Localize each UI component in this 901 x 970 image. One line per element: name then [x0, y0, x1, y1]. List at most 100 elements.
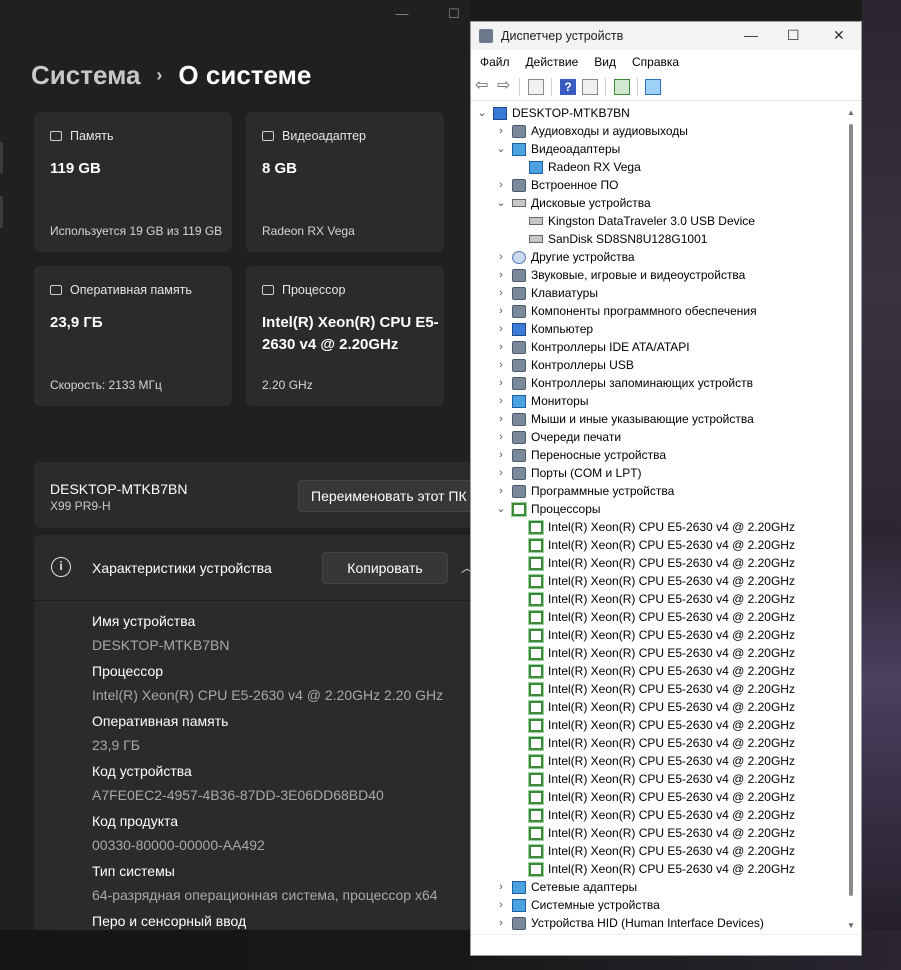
tree-category[interactable]: › Контроллеры USB [496, 356, 634, 374]
tree-device[interactable]: Intel(R) Xeon(R) CPU E5-2630 v4 @ 2.20GH… [515, 770, 795, 788]
tree-device[interactable]: Intel(R) Xeon(R) CPU E5-2630 v4 @ 2.20GH… [515, 806, 795, 824]
tree-category[interactable]: › Контроллеры IDE ATA/ATAPI [496, 338, 690, 356]
chevron-right-icon[interactable]: › [496, 320, 506, 338]
tree-category[interactable]: › Контроллеры запоминающих устройств [496, 374, 753, 392]
tree-device[interactable]: Intel(R) Xeon(R) CPU E5-2630 v4 @ 2.20GH… [515, 752, 795, 770]
chevron-right-icon[interactable]: › [496, 446, 506, 464]
tree-category[interactable]: › Порты (COM и LPT) [496, 464, 641, 482]
tree-device[interactable]: Intel(R) Xeon(R) CPU E5-2630 v4 @ 2.20GH… [515, 536, 795, 554]
chevron-right-icon[interactable]: › [496, 356, 506, 374]
scrollbar-thumb[interactable] [849, 124, 853, 896]
chevron-up-icon[interactable]: ︿ [461, 559, 470, 576]
show-hide-console-tree-icon[interactable] [528, 79, 544, 95]
tree-device[interactable]: Intel(R) Xeon(R) CPU E5-2630 v4 @ 2.20GH… [515, 644, 795, 662]
tree-category[interactable]: › Звуковые, игровые и видеоустройства [496, 266, 745, 284]
tree-category[interactable]: › Мыши и иные указывающие устройства [496, 410, 754, 428]
menu-help[interactable]: Справка [623, 50, 686, 74]
chevron-down-icon[interactable]: ⌄ [496, 140, 506, 158]
tree-category[interactable]: › Устройства HID (Human Interface Devices… [496, 914, 764, 932]
chevron-right-icon[interactable]: › [496, 302, 506, 320]
chevron-right-icon[interactable]: › [496, 914, 506, 932]
cpu-card[interactable]: Процессор Intel(R) Xeon(R) CPU E5-2630 v… [246, 266, 444, 406]
tree-category[interactable]: › Клавиатуры [496, 284, 598, 302]
chevron-right-icon[interactable]: › [496, 176, 506, 194]
tree-device[interactable]: Intel(R) Xeon(R) CPU E5-2630 v4 @ 2.20GH… [515, 554, 795, 572]
back-arrow-icon[interactable]: ⇦ [475, 78, 491, 95]
title-bar[interactable]: Диспетчер устройств — ☐ ✕ [471, 22, 861, 50]
tree-device[interactable]: Intel(R) Xeon(R) CPU E5-2630 v4 @ 2.20GH… [515, 572, 795, 590]
chevron-right-icon[interactable]: › [496, 878, 506, 896]
tree-category[interactable]: ⌄ Процессоры [496, 500, 601, 518]
tree-device[interactable]: Intel(R) Xeon(R) CPU E5-2630 v4 @ 2.20GH… [515, 518, 795, 536]
tree-device[interactable]: Intel(R) Xeon(R) CPU E5-2630 v4 @ 2.20GH… [515, 716, 795, 734]
scroll-down-arrow-icon[interactable]: ▼ [847, 921, 855, 930]
tree-category[interactable]: › Очереди печати [496, 428, 621, 446]
gpu-card[interactable]: Видеоадаптер 8 GB Radeon RX Vega [246, 112, 444, 252]
scan-hardware-icon[interactable] [645, 79, 661, 95]
device-tree[interactable]: ⌄ DESKTOP-MTKB7BN › Аудиовходы и аудиовыход… [471, 104, 843, 934]
chevron-right-icon[interactable]: › [496, 122, 506, 140]
update-driver-icon[interactable] [614, 79, 630, 95]
tree-device[interactable]: Intel(R) Xeon(R) CPU E5-2630 v4 @ 2.20GH… [515, 680, 795, 698]
tree-device[interactable]: Radeon RX Vega [515, 158, 641, 176]
chevron-down-icon[interactable]: ⌄ [477, 104, 487, 122]
ram-card[interactable]: Оперативная память 23,9 ГБ Скорость: 213… [34, 266, 232, 406]
chevron-right-icon[interactable]: › [496, 248, 506, 266]
tree-category[interactable]: › Встроенное ПО [496, 176, 618, 194]
breadcrumb-parent[interactable]: Система [31, 60, 140, 91]
tree-device[interactable]: Intel(R) Xeon(R) CPU E5-2630 v4 @ 2.20GH… [515, 788, 795, 806]
tree-device[interactable]: Intel(R) Xeon(R) CPU E5-2630 v4 @ 2.20GH… [515, 662, 795, 680]
tree-category[interactable]: › Компьютер [496, 320, 593, 338]
tree-root[interactable]: ⌄ DESKTOP-MTKB7BN [477, 104, 629, 122]
storage-card[interactable]: Память 119 GB Используется 19 GB из 119 … [34, 112, 232, 252]
tree-category[interactable]: › Мониторы [496, 392, 588, 410]
forward-arrow-icon[interactable]: ⇨ [497, 78, 513, 95]
chevron-right-icon[interactable]: › [496, 266, 506, 284]
menu-action[interactable]: Действие [517, 50, 586, 74]
nav-pane-edge[interactable] [0, 142, 3, 174]
minimize-button[interactable]: — [392, 6, 412, 22]
tree-device[interactable]: Intel(R) Xeon(R) CPU E5-2630 v4 @ 2.20GH… [515, 734, 795, 752]
chevron-right-icon[interactable]: › [496, 482, 506, 500]
tree-device[interactable]: Intel(R) Xeon(R) CPU E5-2630 v4 @ 2.20GH… [515, 842, 795, 860]
chevron-right-icon[interactable]: › [496, 392, 506, 410]
tree-device[interactable]: Intel(R) Xeon(R) CPU E5-2630 v4 @ 2.20GH… [515, 590, 795, 608]
maximize-button[interactable]: ☐ [787, 27, 800, 44]
tree-category[interactable]: › Компоненты программного обеспечения [496, 302, 756, 320]
tree-category[interactable]: › Аудиовходы и аудиовыходы [496, 122, 688, 140]
properties-icon[interactable] [582, 79, 598, 95]
tree-device[interactable]: Intel(R) Xeon(R) CPU E5-2630 v4 @ 2.20GH… [515, 608, 795, 626]
tree-category[interactable]: › Сетевые адаптеры [496, 878, 637, 896]
chevron-right-icon[interactable]: › [496, 284, 506, 302]
chevron-right-icon[interactable]: › [496, 896, 506, 914]
copy-button[interactable]: Копировать [322, 552, 448, 584]
chevron-right-icon[interactable]: › [496, 374, 506, 392]
tree-category[interactable]: ⌄ Дисковые устройства [496, 194, 650, 212]
scroll-up-arrow-icon[interactable]: ▲ [847, 108, 855, 117]
chevron-right-icon[interactable]: › [496, 410, 506, 428]
rename-pc-button[interactable]: Переименовать этот ПК [298, 480, 470, 512]
tree-device[interactable]: Intel(R) Xeon(R) CPU E5-2630 v4 @ 2.20GH… [515, 824, 795, 842]
tree-category[interactable]: › Программные устройства [496, 482, 674, 500]
tree-category[interactable]: › Переносные устройства [496, 446, 666, 464]
tree-device[interactable]: SanDisk SD8SN8U128G1001 [515, 230, 707, 248]
tree-device[interactable]: Intel(R) Xeon(R) CPU E5-2630 v4 @ 2.20GH… [515, 698, 795, 716]
minimize-button[interactable]: — [744, 27, 758, 43]
chevron-right-icon[interactable]: › [496, 338, 506, 356]
chevron-right-icon[interactable]: › [496, 428, 506, 446]
tree-category[interactable]: › Системные устройства [496, 896, 660, 914]
device-specs-header[interactable]: i Характеристики устройства Копировать ︿ [34, 535, 470, 601]
chevron-down-icon[interactable]: ⌄ [496, 194, 506, 212]
tree-device[interactable]: Intel(R) Xeon(R) CPU E5-2630 v4 @ 2.20GH… [515, 626, 795, 644]
menu-file[interactable]: Файл [471, 50, 517, 74]
horizontal-scrollbar[interactable] [471, 934, 861, 954]
maximize-button[interactable]: ☐ [444, 6, 464, 22]
tree-device[interactable]: Kingston DataTraveler 3.0 USB Device [515, 212, 755, 230]
tree-device[interactable]: Intel(R) Xeon(R) CPU E5-2630 v4 @ 2.20GH… [515, 860, 795, 878]
tree-category[interactable]: › Другие устройства [496, 248, 634, 266]
nav-pane-edge[interactable] [0, 196, 3, 228]
chevron-down-icon[interactable]: ⌄ [496, 500, 506, 518]
chevron-right-icon[interactable]: › [496, 464, 506, 482]
vertical-scrollbar[interactable]: ▲ ▼ [843, 104, 861, 934]
tree-category[interactable]: ⌄ Видеоадаптеры [496, 140, 620, 158]
